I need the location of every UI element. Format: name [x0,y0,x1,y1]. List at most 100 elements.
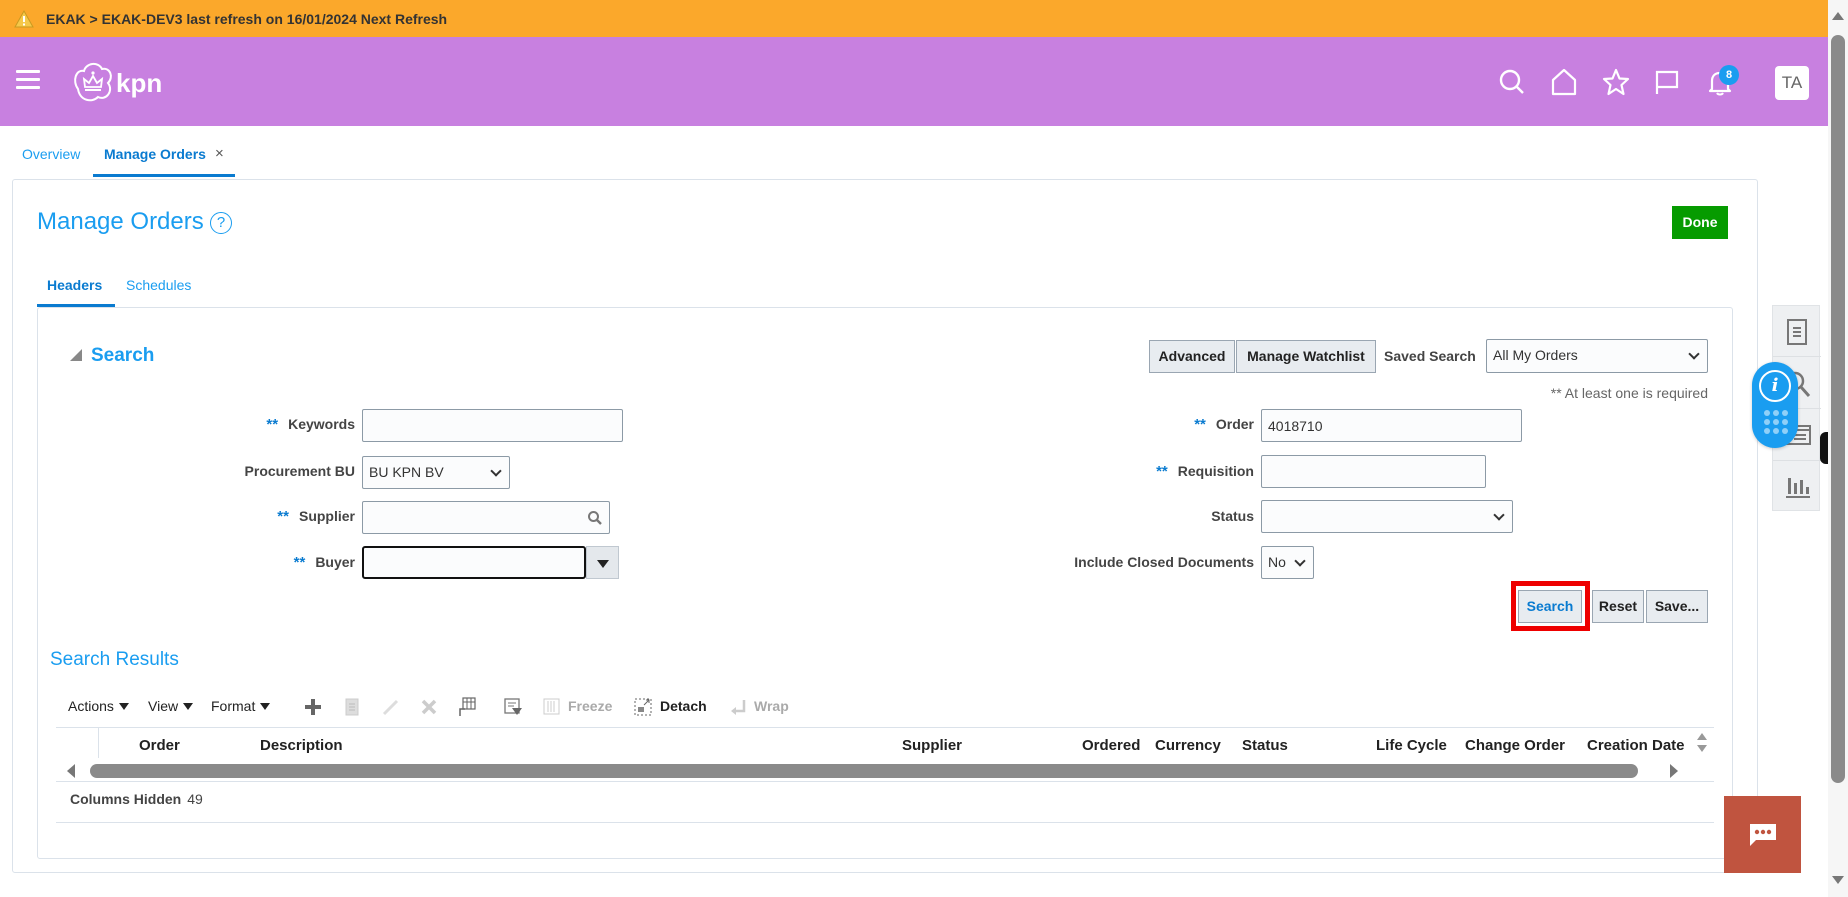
close-tab-icon[interactable]: × [215,145,224,162]
active-tab-indicator [93,174,235,177]
detach-icon[interactable] [632,696,654,718]
column-header-ordered[interactable]: Ordered [1082,737,1140,754]
view-menu[interactable]: View [148,698,194,714]
column-header-status[interactable]: Status [1242,737,1288,754]
row-selector-column [98,728,99,758]
scrollbar-thumb[interactable] [1831,35,1845,783]
add-icon[interactable] [302,696,324,718]
kpn-logo[interactable]: kpn [70,59,180,105]
dropdown-triangle-icon [597,560,609,568]
column-header-currency[interactable]: Currency [1155,737,1221,754]
edit-icon[interactable] [380,696,402,718]
tab-manage-orders[interactable]: Manage Orders [104,146,206,162]
delete-icon[interactable] [418,696,440,718]
saved-search-select[interactable]: All My Orders [1486,339,1708,373]
export-icon[interactable] [455,696,477,718]
dock-item-tasks[interactable] [1773,306,1821,357]
flag-icon[interactable] [1652,67,1682,97]
home-icon[interactable] [1549,67,1579,97]
column-header-life-cycle[interactable]: Life Cycle [1376,737,1447,754]
manage-watchlist-button[interactable]: Manage Watchlist [1236,340,1376,373]
search-icon[interactable] [1497,67,1527,97]
sort-descending-icon[interactable] [1697,745,1707,752]
chat-button[interactable] [1724,796,1801,873]
subtab-schedules[interactable]: Schedules [126,277,191,293]
save-button[interactable]: Save... [1646,590,1708,623]
search-results-title: Search Results [50,649,179,670]
supplier-label: ** Supplier [277,508,355,525]
advanced-button[interactable]: Advanced [1149,340,1235,373]
buyer-label: ** Buyer [293,554,355,571]
keywords-input[interactable] [362,409,623,442]
grid-dots-icon [1764,410,1788,434]
search-button[interactable]: Search [1518,590,1582,623]
scroll-down-icon[interactable] [1832,876,1844,884]
column-header-change-order[interactable]: Change Order [1465,737,1565,754]
collapse-triangle-icon[interactable] [70,349,82,361]
info-icon: i [1759,370,1791,402]
requisition-input[interactable] [1261,455,1486,488]
buyer-input[interactable] [362,546,586,579]
column-header-creation-date[interactable]: Creation Date [1587,737,1685,754]
freeze-button[interactable]: Freeze [568,698,612,714]
status-select[interactable] [1261,500,1513,533]
saved-search-label: Saved Search [1384,348,1476,364]
scroll-left-icon[interactable] [67,764,75,778]
page-scrollbar[interactable] [1828,0,1848,897]
scroll-right-icon[interactable] [1670,764,1678,778]
dock-handle[interactable] [1820,432,1828,464]
warning-icon [14,9,34,27]
user-avatar[interactable]: TA [1775,66,1809,100]
page-title: Manage Orders [37,208,204,235]
star-icon[interactable] [1601,67,1631,97]
hamburger-menu-icon[interactable] [16,70,40,90]
column-header-order[interactable]: Order [139,737,180,754]
required-marker: ** [266,416,279,433]
table-top-border [56,727,1714,728]
actions-menu[interactable]: Actions [68,698,129,714]
wrap-button[interactable]: Wrap [754,698,789,714]
freeze-icon[interactable] [541,696,563,718]
order-input[interactable] [1261,409,1522,442]
include-closed-select[interactable]: No [1261,546,1314,579]
reset-button[interactable]: Reset [1592,590,1644,623]
columns-hidden-status: Columns Hidden 49 [70,791,203,807]
view-details-icon[interactable] [341,696,363,718]
chevron-down-icon [1493,509,1505,521]
document-icon [1787,319,1807,345]
buyer-dropdown-button[interactable] [586,546,619,579]
order-label: ** Order [1194,416,1254,433]
detach-button[interactable]: Detach [660,698,707,714]
format-menu[interactable]: Format [211,698,271,714]
supplier-input[interactable] [362,501,610,534]
column-header-supplier[interactable]: Supplier [902,737,962,754]
sort-ascending-icon[interactable] [1697,733,1707,740]
saved-search-value: All My Orders [1493,347,1578,363]
query-by-example-icon[interactable] [502,696,524,718]
search-section-title[interactable]: Search [91,345,154,367]
include-closed-label: Include Closed Documents [1074,554,1254,570]
scroll-up-icon[interactable] [1832,12,1844,20]
done-button[interactable]: Done [1672,206,1728,239]
guided-help-widget[interactable]: i [1752,362,1798,448]
notification-badge: 8 [1719,65,1739,85]
svg-text:kpn: kpn [116,68,162,98]
tab-overview[interactable]: Overview [22,146,80,162]
help-icon[interactable]: ? [210,212,232,234]
procurement-bu-label: Procurement BU [244,463,355,479]
supplier-search-icon[interactable] [587,510,603,526]
chevron-down-icon [1688,348,1700,360]
wrap-icon[interactable] [728,696,750,718]
dock-item-analytics[interactable] [1773,462,1821,513]
column-header-description[interactable]: Description [260,737,343,754]
table-horizontal-scrollbar[interactable] [90,764,1638,778]
required-note: ** At least one is required [1550,385,1708,401]
app-header: kpn 8 TA [0,37,1828,126]
procurement-bu-select[interactable]: BU KPN BV [362,456,510,489]
requisition-label: ** Requisition [1156,463,1254,480]
environment-banner: EKAK > EKAK-DEV3 last refresh on 16/01/2… [0,0,1828,37]
banner-text: EKAK > EKAK-DEV3 last refresh on 16/01/2… [46,10,448,27]
keywords-label: ** Keywords [266,416,355,433]
table-divider [56,781,1714,782]
subtab-headers[interactable]: Headers [47,277,102,293]
